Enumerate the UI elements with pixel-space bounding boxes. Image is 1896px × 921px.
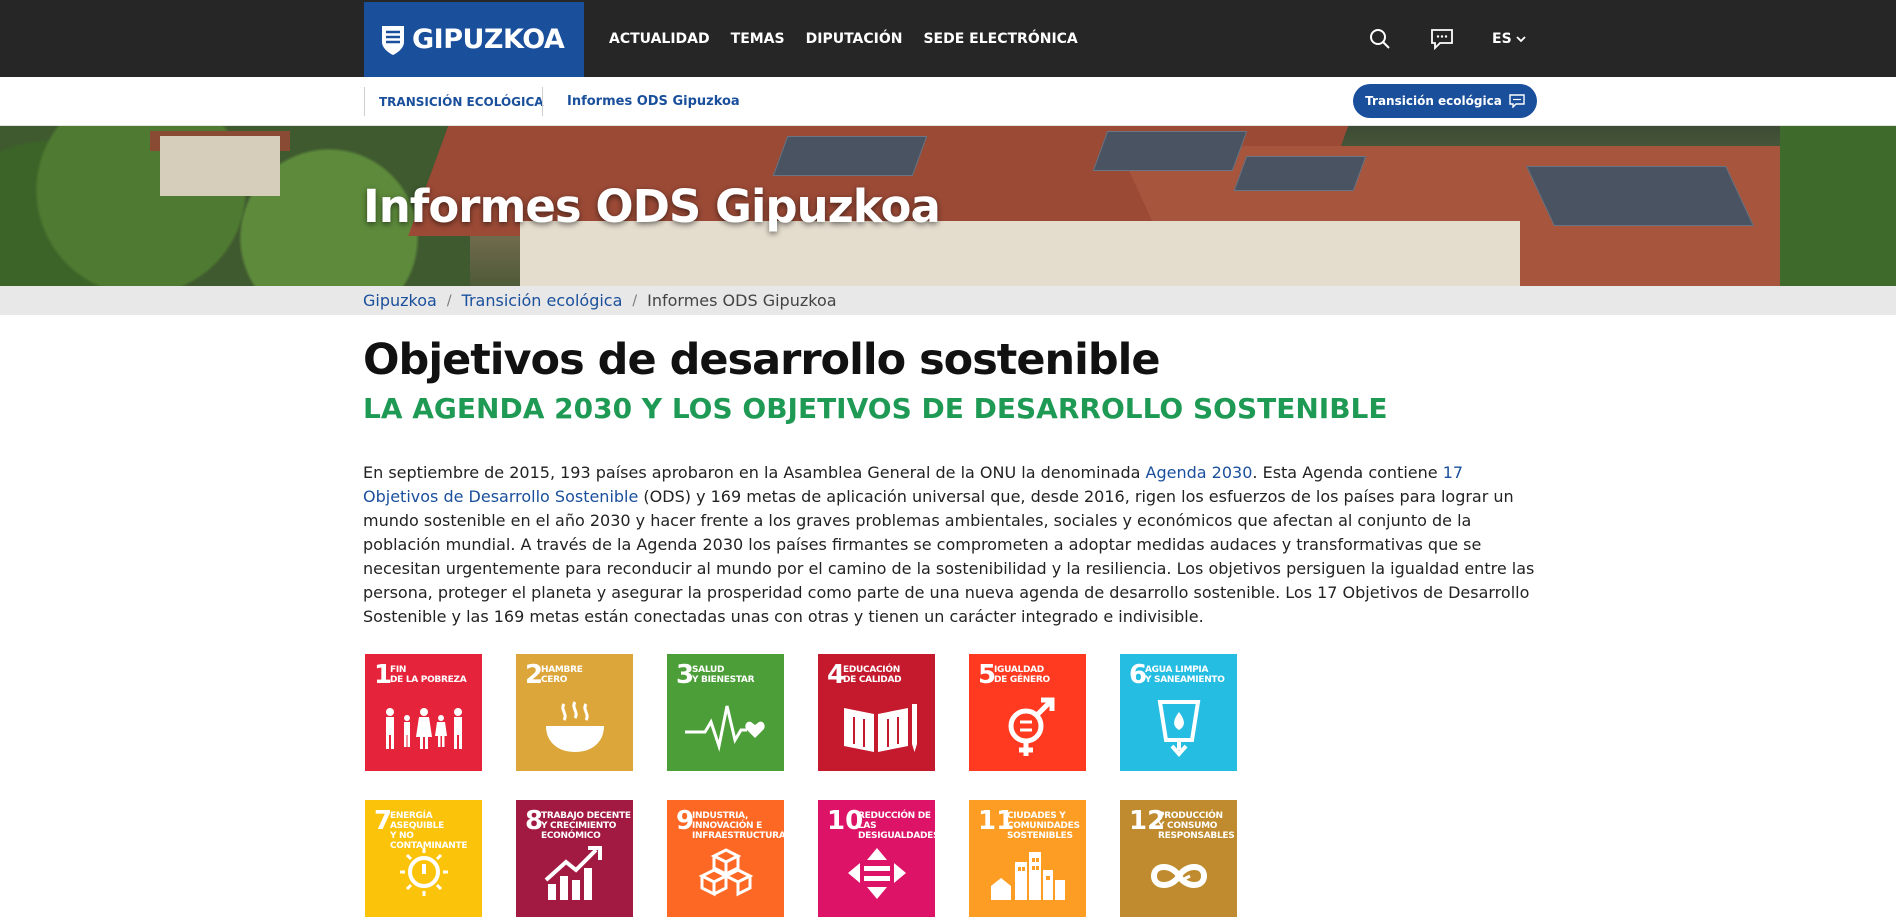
page-title: Objetivos de desarrollo sostenible	[363, 335, 1161, 385]
breadcrumb-current: Informes ODS Gipuzkoa	[647, 291, 837, 310]
growth-chart-icon	[544, 846, 602, 900]
section-button-label: Transición ecológica	[1365, 94, 1502, 108]
logo-text: GIPUZKOA	[412, 24, 565, 55]
chat-icon	[1509, 94, 1525, 108]
top-actions: ES	[1366, 0, 1526, 77]
sdg-tile-7[interactable]: 7 ENERGÍA ASEQUIBLE Y NO CONTAMINANTE	[365, 800, 482, 917]
breadcrumb-transicion[interactable]: Transición ecológica	[462, 291, 623, 310]
section-link[interactable]: TRANSICIÓN ECOLÓGICA	[364, 87, 544, 116]
search-icon[interactable]	[1366, 25, 1394, 53]
intro-text: (ODS) y 169 metas de aplicación universa…	[363, 487, 1535, 626]
heartbeat-icon	[685, 705, 765, 752]
solar-panel	[1092, 131, 1248, 171]
solar-panel	[1233, 156, 1367, 191]
sun-power-icon	[400, 848, 448, 896]
bowl-icon	[546, 701, 604, 752]
top-bar: GIPUZKOA ACTUALIDAD TEMAS DIPUTACIÓN SED…	[0, 0, 1896, 77]
hero-image-house	[160, 136, 280, 196]
breadcrumb: Gipuzkoa / Transición ecológica / Inform…	[0, 286, 1896, 315]
chevron-down-icon	[1516, 35, 1526, 42]
main-nav: ACTUALIDAD TEMAS DIPUTACIÓN SEDE ELECTRÓ…	[609, 0, 1099, 77]
equality-arrows-icon	[848, 848, 906, 899]
language-selector[interactable]: ES	[1492, 31, 1526, 47]
intro-text: En septiembre de 2015, 193 países aproba…	[363, 463, 1146, 482]
section-nav: TRANSICIÓN ECOLÓGICA Informes ODS Gipuzk…	[0, 77, 1896, 126]
cubes-icon	[698, 848, 754, 897]
water-icon	[1157, 700, 1201, 758]
divider	[542, 87, 543, 116]
sdg-tile-5[interactable]: 5 IGUALDAD DE GÉNERO	[969, 654, 1086, 771]
sdg-tile-12[interactable]: 12 PRODUCCIÓN Y CONSUMO RESPONSABLES	[1120, 800, 1237, 917]
sdg-tile-4[interactable]: 4 EDUCACIÓN DE CALIDAD	[818, 654, 935, 771]
city-icon	[991, 852, 1065, 900]
sdg-tile-10[interactable]: 10 REDUCCIÓN DE LAS DESIGUALDADES	[818, 800, 935, 917]
breadcrumb-inner: Gipuzkoa / Transición ecológica / Inform…	[363, 286, 837, 315]
nav-actualidad[interactable]: ACTUALIDAD	[609, 31, 710, 47]
agenda-2030-link[interactable]: Agenda 2030	[1146, 463, 1253, 482]
hero-banner: Informes ODS Gipuzkoa	[0, 126, 1896, 286]
nav-temas[interactable]: TEMAS	[731, 31, 785, 47]
gender-equality-icon	[1008, 697, 1055, 756]
intro-text: . Esta Agenda contiene	[1252, 463, 1443, 482]
sdg-tile-9[interactable]: 9 INDUSTRIA, INNOVACIÓN E INFRAESTRUCTUR…	[667, 800, 784, 917]
hero-title: Informes ODS Gipuzkoa	[363, 180, 941, 233]
hero-image-trees	[1780, 126, 1896, 286]
page-link[interactable]: Informes ODS Gipuzkoa	[567, 87, 740, 116]
infinity-icon	[1150, 864, 1208, 888]
book-icon	[844, 704, 917, 752]
sdg-tile-8[interactable]: 8 TRABAJO DECENTE Y CRECIMIENTO ECONÓMIC…	[516, 800, 633, 917]
section-button[interactable]: Transición ecológica	[1353, 84, 1537, 118]
breadcrumb-gipuzkoa[interactable]: Gipuzkoa	[363, 291, 437, 310]
sdg-tile-2[interactable]: 2 HAMBRE CERO	[516, 654, 633, 771]
breadcrumb-separator: /	[446, 292, 452, 309]
solar-panel	[1526, 166, 1754, 226]
intro-paragraph: En septiembre de 2015, 193 países aproba…	[363, 461, 1538, 629]
chat-icon[interactable]	[1428, 25, 1456, 53]
nav-sede-electronica[interactable]: SEDE ELECTRÓNICA	[923, 31, 1077, 47]
breadcrumb-separator: /	[632, 292, 638, 309]
page-subtitle: LA AGENDA 2030 Y LOS OBJETIVOS DE DESARR…	[363, 392, 1388, 425]
sdg-tile-11[interactable]: 11 CIUDADES Y COMUNIDADES SOSTENIBLES	[969, 800, 1086, 917]
gipuzkoa-logo[interactable]: GIPUZKOA	[364, 2, 584, 77]
family-icon	[386, 708, 462, 749]
solar-panel	[772, 136, 928, 176]
sdg-tile-3[interactable]: 3 SALUD Y BIENESTAR	[667, 654, 784, 771]
shield-icon	[382, 25, 404, 55]
language-label: ES	[1492, 30, 1512, 47]
nav-diputacion[interactable]: DIPUTACIÓN	[806, 31, 903, 47]
sdg-tile-1[interactable]: 1 FIN DE LA POBREZA	[365, 654, 482, 771]
sdg-tile-6[interactable]: 6 AGUA LIMPIA Y SANEAMIENTO	[1120, 654, 1237, 771]
